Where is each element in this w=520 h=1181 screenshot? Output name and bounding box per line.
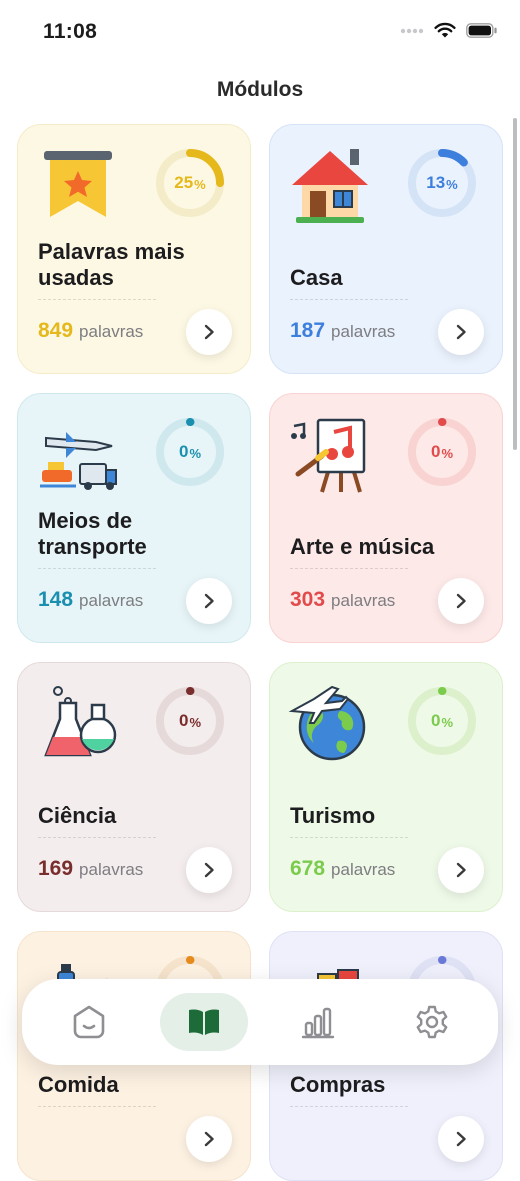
word-count-unit: palavras [79, 860, 144, 879]
progress-percent: 0% [430, 711, 454, 730]
word-count-value: 849 [38, 319, 74, 342]
open-module-button[interactable] [438, 578, 484, 624]
word-count-unit: palavras [331, 322, 396, 341]
module-card[interactable]: 0% Meios de transporte 148 palavras [17, 393, 251, 643]
word-count-value: 169 [38, 857, 74, 880]
divider [38, 568, 156, 569]
word-count: 169 palavras [38, 857, 143, 881]
word-count-value: 678 [290, 857, 326, 880]
word-count-unit: palavras [79, 591, 144, 610]
divider [38, 299, 156, 300]
chevron-right-icon [456, 1131, 466, 1147]
module-title: Casa [290, 265, 343, 290]
module-title: Palavras mais usadas [38, 239, 185, 290]
divider [38, 1106, 156, 1107]
module-title: Meios de transporte [38, 508, 147, 559]
word-count: 678 palavras [290, 857, 395, 881]
divider [290, 299, 408, 300]
divider [290, 837, 408, 838]
bar-chart-icon [301, 1007, 335, 1039]
word-count-unit: palavras [79, 322, 144, 341]
word-count-value: 303 [290, 588, 326, 611]
chevron-right-icon [204, 862, 214, 878]
module-card[interactable]: 0% Turismo 678 palavras [269, 662, 503, 912]
tab-modules[interactable] [160, 993, 248, 1051]
book-icon [189, 1009, 219, 1035]
module-card[interactable]: 0% Ciência 169 palavras [17, 662, 251, 912]
wifi-icon [434, 22, 456, 38]
divider [290, 568, 408, 569]
word-count: 187 palavras [290, 319, 395, 343]
word-count: 849 palavras [38, 319, 143, 343]
module-title: Ciência [38, 803, 117, 828]
chevron-right-icon [204, 593, 214, 609]
open-module-button[interactable] [186, 578, 232, 624]
open-module-button[interactable] [186, 309, 232, 355]
house-icon [292, 149, 368, 223]
open-module-button[interactable] [438, 847, 484, 893]
module-card[interactable]: 0% Arte e música 303 palavras [269, 393, 503, 643]
word-count: 148 palavras [38, 588, 143, 612]
divider [38, 837, 156, 838]
status-time: 11:08 [43, 20, 98, 43]
module-card[interactable]: 25% Palavras mais usadas 849 palavras [17, 124, 251, 374]
word-count-value: 148 [38, 588, 74, 611]
art-music-icon [291, 418, 366, 493]
progress-percent: 0% [430, 442, 454, 461]
progress-percent: 25% [174, 173, 206, 192]
page-title: Módulos [216, 78, 304, 101]
chevron-right-icon [456, 593, 466, 609]
chevron-right-icon [204, 324, 214, 340]
module-card[interactable]: 13% Casa 187 palavras [269, 124, 503, 374]
word-count-unit: palavras [331, 591, 396, 610]
home-face-icon [73, 1005, 105, 1039]
scrollbar-thumb[interactable] [513, 118, 517, 450]
open-module-button[interactable] [186, 847, 232, 893]
chevron-right-icon [204, 1131, 214, 1147]
tab-stats[interactable] [274, 993, 362, 1051]
status-bar: 11:08 [0, 0, 520, 62]
module-title: Arte e música [290, 534, 435, 559]
signal-dots-icon [400, 28, 424, 33]
chevron-right-icon [456, 324, 466, 340]
bookmark-star-icon [44, 151, 112, 217]
chevron-right-icon [456, 862, 466, 878]
open-module-button[interactable] [186, 1116, 232, 1162]
word-count: 303 palavras [290, 588, 395, 612]
bottom-tab-bar [22, 979, 498, 1065]
lab-flask-icon [44, 686, 117, 757]
word-count-value: 187 [290, 319, 326, 342]
divider [290, 1106, 408, 1107]
tab-home[interactable] [45, 993, 133, 1051]
transport-icon [40, 432, 117, 490]
module-title: Turismo [290, 803, 376, 828]
globe-plane-icon [288, 685, 366, 761]
battery-icon [466, 23, 497, 38]
status-icons [400, 22, 498, 39]
word-count-unit: palavras [331, 860, 396, 879]
open-module-button[interactable] [438, 1116, 484, 1162]
progress-percent: 0% [178, 711, 202, 730]
progress-percent: 13% [426, 173, 458, 192]
open-module-button[interactable] [438, 309, 484, 355]
gear-icon [416, 1005, 448, 1039]
progress-percent: 0% [178, 442, 202, 461]
tab-settings[interactable] [388, 993, 476, 1051]
